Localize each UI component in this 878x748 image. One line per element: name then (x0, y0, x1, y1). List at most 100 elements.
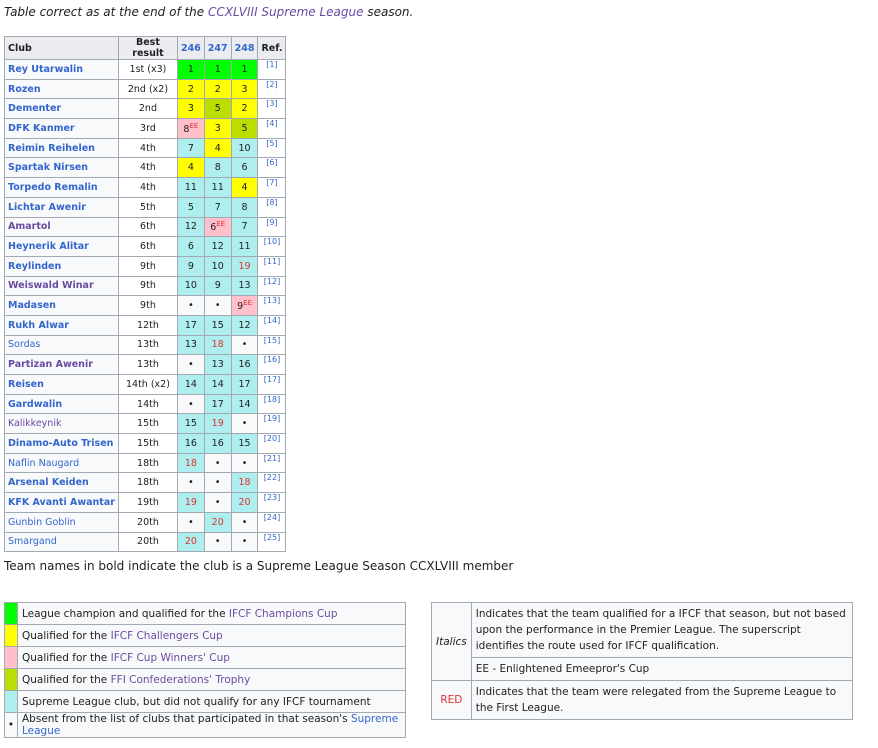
club-name-link[interactable]: Rey Utarwalin (4, 59, 119, 80)
reference-link[interactable]: [11] (257, 255, 287, 277)
result-value: 7 (214, 201, 221, 213)
legend-winners: Qualified for the IFCF Cup Winners' Cup (17, 646, 406, 669)
club-name-link[interactable]: Gunbin Goblin (4, 511, 119, 533)
season-247-header[interactable]: 247 (203, 36, 232, 60)
season-result-cell: 3 (203, 118, 232, 139)
reference-link[interactable]: [15] (257, 334, 287, 356)
season-result-cell: • (176, 295, 205, 316)
reference-link[interactable]: [7] (257, 177, 287, 198)
season-result-cell: 13 (176, 334, 205, 356)
season-result-cell: 5 (203, 98, 232, 120)
best-result-cell: 19th (117, 492, 178, 513)
season-link[interactable]: CCXLVIII Supreme League (208, 5, 364, 19)
result-value: 11 (238, 241, 251, 253)
best-result-cell: 14th (117, 393, 178, 415)
club-name-link[interactable]: Smargand (4, 531, 119, 553)
season-result-cell: 17 (203, 393, 232, 415)
club-name-link[interactable]: Spartak Nirsen (4, 157, 119, 179)
result-value: • (188, 359, 194, 371)
legend-champion-text: League champion and qualified for the (22, 607, 229, 620)
reference-link[interactable]: [24] (257, 511, 287, 533)
club-name-link[interactable]: Torpedo Remalin (4, 177, 119, 198)
best-result-cell: 4th (117, 137, 178, 159)
reference-link[interactable]: [25] (257, 531, 287, 553)
club-name-link[interactable]: Madasen (4, 295, 119, 316)
season-result-cell: 20 (203, 511, 232, 533)
season-248-header[interactable]: 248 (230, 36, 259, 60)
result-value: 1 (214, 63, 221, 75)
club-name-link[interactable]: Weiswald Winar (4, 275, 119, 297)
club-name-link[interactable]: Dementer (4, 98, 119, 120)
reference-link[interactable]: [10] (257, 236, 287, 257)
reference-link[interactable]: [4] (257, 118, 287, 139)
result-value: 10 (238, 142, 251, 154)
reference-link[interactable]: [3] (257, 98, 287, 120)
reference-link[interactable]: [14] (257, 314, 287, 336)
club-name-link[interactable]: Naflin Naugard (4, 452, 119, 474)
club-name-link[interactable]: Gardwalin (4, 393, 119, 415)
table-row: Gardwalin 14th • 17 14 [18] (4, 393, 287, 415)
reference-link[interactable]: [17] (257, 374, 287, 395)
reference-link[interactable]: [19] (257, 413, 287, 435)
reference-link[interactable]: [22] (257, 472, 287, 494)
season-result-cell: 4 (230, 177, 259, 198)
club-name-link[interactable]: Amartol (4, 216, 119, 238)
season-result-cell: 16 (203, 433, 232, 454)
best-result-cell: 4th (117, 177, 178, 198)
table-row: Reylinden 9th 9 10 19 [11] (4, 255, 287, 277)
club-name-link[interactable]: Kalikkeynik (4, 413, 119, 435)
reference-link[interactable]: [1] (257, 59, 287, 80)
club-name-link[interactable]: Lichtar Awenir (4, 196, 119, 218)
club-name-link[interactable]: Rukh Alwar (4, 314, 119, 336)
club-name-link[interactable]: KFK Avanti Awantar (4, 492, 119, 513)
table-row: Reimin Reihelen 4th 7 4 10 [5] (4, 137, 287, 159)
season-result-cell: 6 (230, 157, 259, 179)
reference-link[interactable]: [21] (257, 452, 287, 474)
club-name-link[interactable]: Reisen (4, 374, 119, 395)
reference-link[interactable]: [6] (257, 157, 287, 179)
reference-link[interactable]: [20] (257, 433, 287, 454)
reference-link[interactable]: [5] (257, 137, 287, 159)
season-result-cell: 14 (176, 374, 205, 395)
confederations-trophy-link[interactable]: FFI Confederations' Trophy (111, 674, 251, 686)
reference-link[interactable]: [23] (257, 492, 287, 513)
legend-confed: Qualified for the FFI Confederations' Tr… (17, 668, 406, 691)
club-name-link[interactable]: Arsenal Keiden (4, 472, 119, 494)
season-246-header[interactable]: 246 (176, 36, 205, 60)
club-name-link[interactable]: Reimin Reihelen (4, 137, 119, 159)
season-result-cell: 19 (203, 413, 232, 435)
season-result-cell: 2 (176, 78, 205, 100)
club-name-link[interactable]: Sordas (4, 334, 119, 356)
champions-cup-link[interactable]: IFCF Champions Cup (229, 608, 338, 620)
cup-winners-cup-link[interactable]: IFCF Cup Winners' Cup (111, 652, 230, 664)
result-value: • (241, 536, 248, 548)
notation-legend: Italics Indicates that the team qualifie… (431, 602, 854, 720)
reference-link[interactable]: [13] (257, 295, 287, 316)
reference-link[interactable]: [8] (257, 196, 287, 218)
challengers-cup-link[interactable]: IFCF Challengers Cup (111, 630, 223, 642)
club-name-link[interactable]: Reylinden (4, 255, 119, 277)
reference-link[interactable]: [9] (257, 216, 287, 238)
legend-champion: League champion and qualified for the IF… (17, 602, 406, 625)
reference-link[interactable]: [16] (257, 354, 287, 375)
club-name-link[interactable]: Rozen (4, 78, 119, 100)
club-name-link[interactable]: Partizan Awenir (4, 354, 119, 375)
season-result-cell: • (203, 452, 232, 474)
best-result-cell: 6th (117, 236, 178, 257)
result-value: 13 (238, 280, 251, 292)
season-result-cell: 16 (230, 354, 259, 375)
best-result-cell: 6th (117, 216, 178, 238)
season-result-cell: 6EE (203, 216, 232, 238)
reference-link[interactable]: [2] (257, 78, 287, 100)
result-value: 19 (211, 418, 224, 430)
result-value: 15 (238, 437, 251, 449)
club-name-link[interactable]: Heynerik Alitar (4, 236, 119, 257)
swatch-lime (4, 668, 18, 691)
club-name-link[interactable]: Dinamo-Auto Trisen (4, 433, 119, 454)
table-row: Spartak Nirsen 4th 4 8 6 [6] (4, 157, 287, 179)
reference-link[interactable]: [18] (257, 393, 287, 415)
result-value: 19 (184, 496, 197, 508)
reference-link[interactable]: [12] (257, 275, 287, 297)
club-name-link[interactable]: DFK Kanmer (4, 118, 119, 139)
season-result-cell: • (203, 492, 232, 513)
